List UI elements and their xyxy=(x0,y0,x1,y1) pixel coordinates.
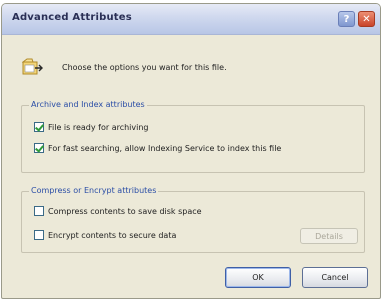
intro-text: Choose the options you want for this fil… xyxy=(62,63,227,72)
window-title: Advanced Attributes xyxy=(12,12,132,23)
details-button[interactable]: Details xyxy=(300,228,358,244)
encrypt-checkbox-row[interactable]: Encrypt contents to secure data xyxy=(34,230,176,240)
advanced-attributes-dialog: Advanced Attributes ? ✕ Choose the optio… xyxy=(1,3,381,299)
compress-checkbox-row[interactable]: Compress contents to save disk space xyxy=(34,206,202,216)
folder-options-icon xyxy=(22,58,43,75)
compress-checkbox[interactable] xyxy=(34,206,44,216)
index-checkbox[interactable] xyxy=(34,143,44,153)
archive-checkbox-label[interactable]: File is ready for archiving xyxy=(48,123,149,132)
compress-group-label: Compress or Encrypt attributes xyxy=(29,186,159,195)
index-checkbox-label[interactable]: For fast searching, allow Indexing Servi… xyxy=(48,144,281,153)
encrypt-checkbox[interactable] xyxy=(34,230,44,240)
encrypt-checkbox-label[interactable]: Encrypt contents to secure data xyxy=(48,231,176,240)
help-button[interactable]: ? xyxy=(338,11,355,27)
archive-index-group: Archive and Index attributes File is rea… xyxy=(21,100,365,173)
archive-checkbox-row[interactable]: File is ready for archiving xyxy=(34,122,149,132)
title-bar[interactable]: Advanced Attributes ? ✕ xyxy=(2,4,380,35)
cancel-button[interactable]: Cancel xyxy=(302,267,368,288)
archive-checkbox[interactable] xyxy=(34,122,44,132)
archive-group-label: Archive and Index attributes xyxy=(29,100,147,109)
help-icon: ? xyxy=(343,13,350,25)
compress-encrypt-group: Compress or Encrypt attributes Compress … xyxy=(21,186,365,253)
compress-checkbox-label[interactable]: Compress contents to save disk space xyxy=(48,207,202,216)
ok-button[interactable]: OK xyxy=(225,267,291,288)
close-icon: ✕ xyxy=(362,13,371,25)
index-checkbox-row[interactable]: For fast searching, allow Indexing Servi… xyxy=(34,143,281,153)
close-button[interactable]: ✕ xyxy=(358,11,375,27)
